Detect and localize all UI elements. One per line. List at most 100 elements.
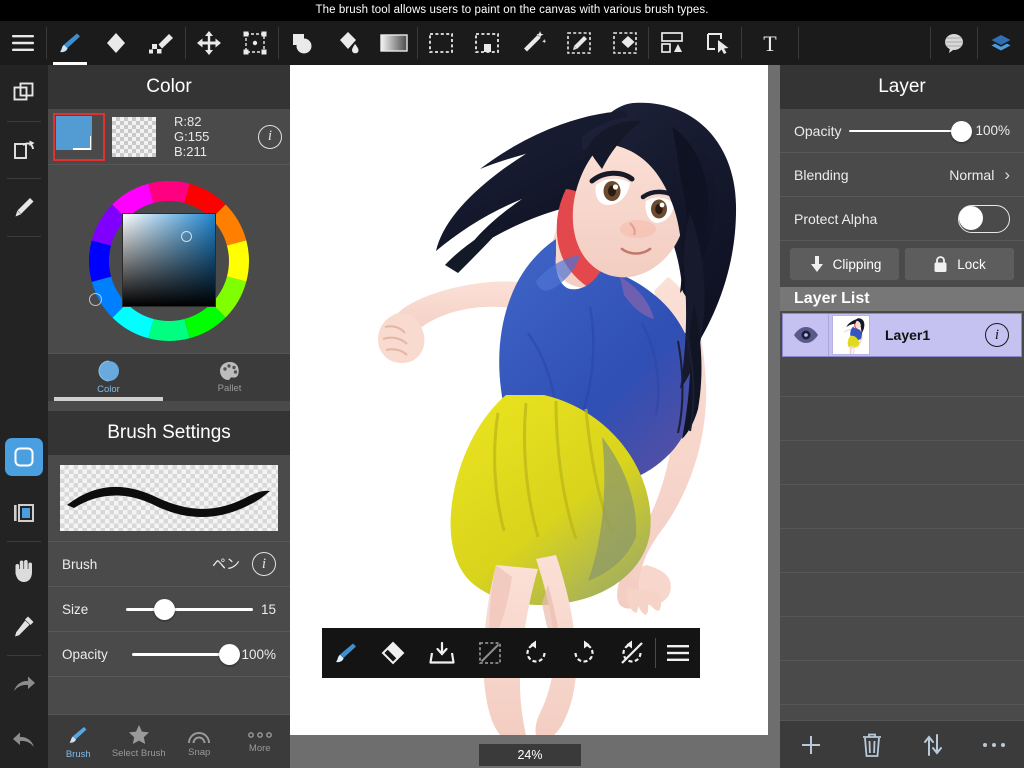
list-item[interactable] bbox=[780, 617, 1024, 661]
right-panel: Layer Opacity 100% Blending Normal › Pro… bbox=[780, 65, 1024, 768]
brush-size-track bbox=[126, 608, 253, 611]
crop-icon[interactable] bbox=[695, 21, 741, 65]
snap-icon bbox=[188, 731, 211, 743]
magic-wand-icon[interactable] bbox=[510, 21, 556, 65]
blending-row[interactable]: Blending Normal › bbox=[780, 153, 1024, 197]
clear-icon[interactable] bbox=[608, 628, 656, 678]
brush-size-label: Size bbox=[62, 601, 89, 617]
lock-button[interactable]: Lock bbox=[905, 248, 1014, 280]
star-icon bbox=[128, 725, 149, 744]
app-root: The brush tool allows users to paint on … bbox=[0, 0, 1024, 768]
tab-brush[interactable]: Brush bbox=[48, 724, 109, 760]
panel-toggle-icon[interactable] bbox=[0, 485, 48, 541]
list-item[interactable] bbox=[780, 529, 1024, 573]
brush-info-icon[interactable]: i bbox=[252, 552, 276, 576]
color-circle-icon bbox=[98, 360, 119, 382]
tab-pallet[interactable]: Pallet bbox=[169, 361, 290, 394]
hand-icon[interactable] bbox=[0, 542, 48, 598]
tab-snap-label: Snap bbox=[188, 746, 211, 758]
layer-info-icon[interactable]: i bbox=[985, 323, 1009, 347]
brush-opacity-knob[interactable] bbox=[219, 644, 241, 665]
list-item[interactable] bbox=[780, 397, 1024, 441]
transform-tool-icon[interactable] bbox=[232, 21, 278, 65]
list-item[interactable] bbox=[780, 353, 1024, 397]
brush-opacity-row[interactable]: Opacity 100% bbox=[48, 631, 290, 676]
foreground-color-swatch[interactable] bbox=[53, 112, 105, 161]
color-info-icon[interactable]: i bbox=[258, 124, 282, 149]
layer-name: Layer1 bbox=[885, 327, 931, 343]
hint-bar: The brush tool allows users to paint on … bbox=[0, 0, 1024, 21]
layer-opacity-label: Opacity bbox=[794, 122, 842, 139]
add-layer-icon[interactable] bbox=[780, 733, 841, 757]
top-toolbar: T bbox=[0, 21, 1024, 65]
select-pen-icon[interactable] bbox=[556, 21, 602, 65]
text-tool-icon[interactable]: T bbox=[742, 21, 798, 65]
list-item[interactable] bbox=[780, 573, 1024, 617]
undo-icon[interactable] bbox=[0, 712, 48, 768]
transparent-color-swatch[interactable] bbox=[112, 116, 156, 157]
redo-icon[interactable] bbox=[560, 628, 608, 678]
menu-icon[interactable] bbox=[0, 21, 46, 65]
redo-icon[interactable] bbox=[0, 655, 48, 711]
list-item[interactable] bbox=[780, 485, 1024, 529]
more-options-icon[interactable] bbox=[963, 741, 1024, 749]
select-eraser-icon[interactable] bbox=[602, 21, 648, 65]
shape-tool-icon[interactable] bbox=[279, 21, 325, 65]
brush-size-slider[interactable] bbox=[126, 599, 253, 620]
select-fill-icon[interactable] bbox=[464, 21, 510, 65]
deselect-icon[interactable] bbox=[467, 628, 513, 678]
protect-alpha-toggle[interactable] bbox=[958, 204, 1010, 233]
copy-icon[interactable] bbox=[0, 65, 48, 121]
canvas-layout-icon[interactable] bbox=[649, 21, 695, 65]
chevron-right-icon[interactable]: › bbox=[1004, 165, 1010, 185]
sv-cursor[interactable] bbox=[181, 231, 192, 242]
undo-icon[interactable] bbox=[513, 628, 561, 678]
saturation-value-square[interactable] bbox=[122, 213, 216, 307]
balloon-tool-icon[interactable] bbox=[931, 21, 977, 65]
tab-more[interactable]: More bbox=[230, 730, 291, 754]
clipping-button[interactable]: Clipping bbox=[790, 248, 899, 280]
brush-size-value: 15 bbox=[260, 601, 276, 617]
pen-icon[interactable] bbox=[0, 179, 48, 235]
tab-color[interactable]: Color bbox=[48, 360, 169, 401]
clipping-button-label: Clipping bbox=[832, 256, 882, 272]
brush-icon[interactable] bbox=[322, 628, 370, 678]
move-tool-icon[interactable] bbox=[186, 21, 232, 65]
delete-layer-icon[interactable] bbox=[841, 732, 902, 758]
smudge-tool-icon[interactable] bbox=[139, 21, 185, 65]
brush-size-knob[interactable] bbox=[153, 599, 175, 620]
eraser-icon[interactable] bbox=[370, 628, 418, 678]
flip-icon[interactable] bbox=[0, 122, 48, 178]
hue-cursor[interactable] bbox=[89, 293, 102, 306]
clipping-icon bbox=[809, 256, 823, 272]
tab-snap[interactable]: Snap bbox=[169, 726, 230, 758]
color-wheel-area[interactable] bbox=[48, 165, 290, 353]
import-icon[interactable] bbox=[417, 628, 467, 678]
protect-alpha-row[interactable]: Protect Alpha bbox=[780, 197, 1024, 241]
layer-empty-slots bbox=[780, 353, 1024, 715]
list-item[interactable] bbox=[780, 661, 1024, 705]
layer-opacity-row[interactable]: Opacity 100% bbox=[780, 109, 1024, 153]
list-item[interactable] bbox=[780, 441, 1024, 485]
table-row[interactable]: Layer1 i bbox=[782, 313, 1022, 357]
brush-tool-icon[interactable] bbox=[47, 21, 93, 65]
rect-select-icon[interactable] bbox=[418, 21, 464, 65]
brush-stroke-preview bbox=[60, 465, 278, 531]
layer-panel-icon[interactable] bbox=[978, 21, 1024, 65]
layer-visibility-icon[interactable] bbox=[783, 314, 829, 356]
gradient-tool-icon[interactable] bbox=[371, 21, 417, 65]
red-value: R:82 bbox=[174, 114, 202, 129]
layer-opacity-knob[interactable] bbox=[950, 120, 972, 142]
rounded-square-icon[interactable] bbox=[0, 429, 48, 485]
layer-opacity-slider[interactable] bbox=[849, 120, 972, 142]
eraser-tool-icon[interactable] bbox=[93, 21, 139, 65]
bucket-fill-icon[interactable] bbox=[325, 21, 371, 65]
layer-action-buttons: Clipping Lock bbox=[780, 241, 1024, 287]
eyedropper-icon[interactable] bbox=[0, 598, 48, 654]
hamburger-icon[interactable] bbox=[656, 628, 700, 678]
brush-opacity-slider[interactable] bbox=[132, 644, 241, 665]
reorder-layer-icon[interactable] bbox=[902, 733, 963, 757]
brush-size-row[interactable]: Size 15 bbox=[48, 586, 290, 631]
brush-row[interactable]: Brush ペン i bbox=[48, 541, 290, 586]
tab-select-brush[interactable]: Select Brush bbox=[109, 724, 170, 759]
